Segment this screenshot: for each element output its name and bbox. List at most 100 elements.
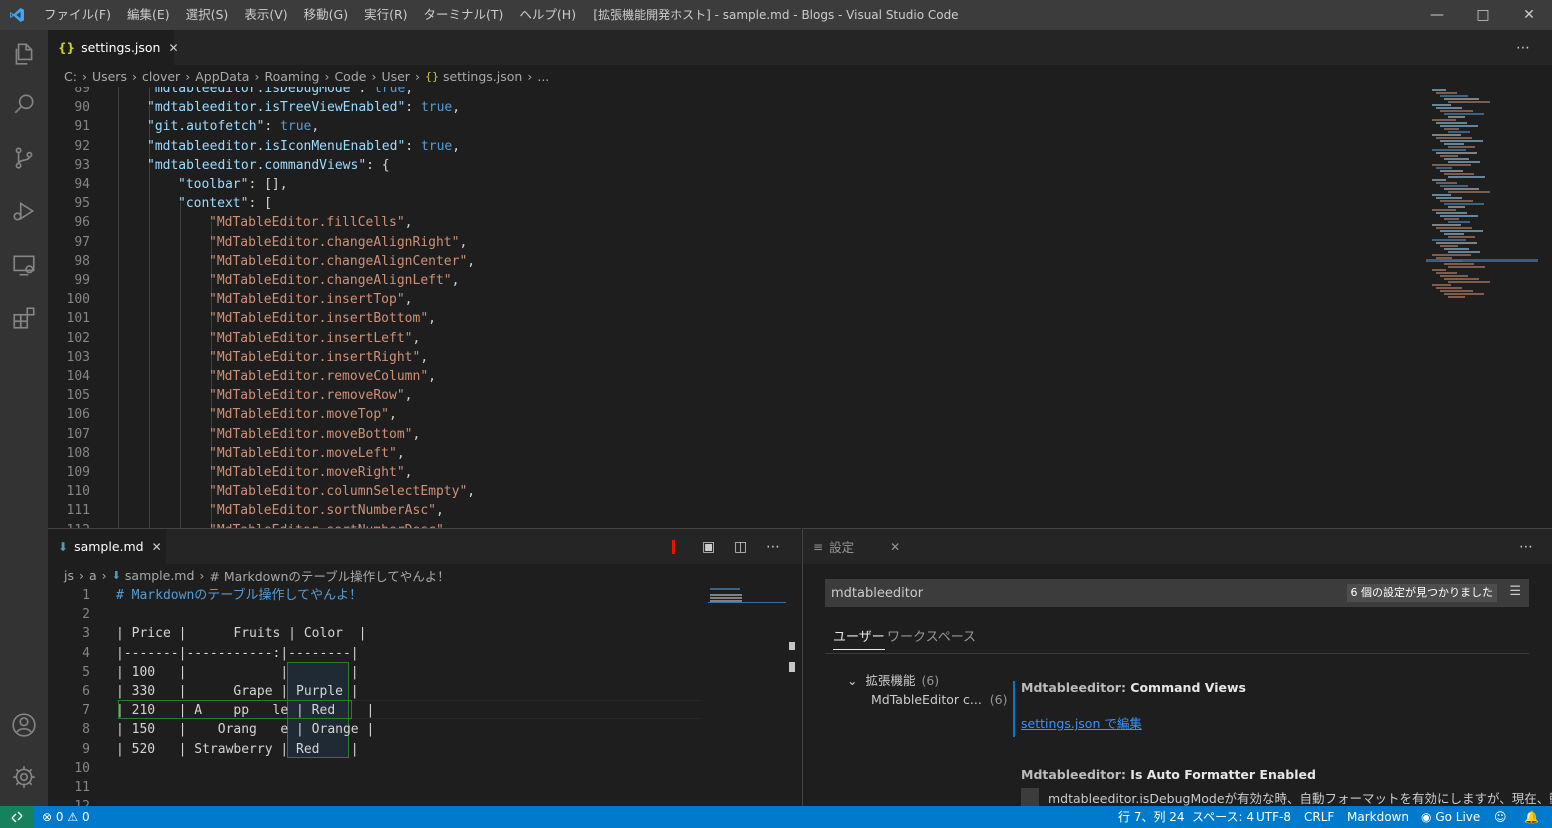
breadcrumb-item[interactable]: settings.json	[443, 69, 522, 84]
settings-json-editor[interactable]: 89 "mdtableeditor.isDebugMode": true, 90 "m…	[48, 87, 1552, 528]
minimize-button[interactable]: —	[1414, 0, 1460, 30]
breadcrumb-item[interactable]: # Markdownのテーブル操作してやんよ！	[209, 566, 449, 585]
line-number: 9	[82, 741, 90, 757]
scrollbar[interactable]	[789, 642, 795, 680]
minimap-slider[interactable]	[1426, 259, 1538, 262]
cursor-position[interactable]: 行 7、列 24	[1118, 806, 1185, 828]
tab-settings-json[interactable]: {} settings.json ✕	[48, 30, 179, 65]
menu-item[interactable]: ヘルプ(H)	[511, 0, 584, 30]
code-token: ,	[311, 119, 320, 135]
remote-indicator-icon[interactable]	[0, 806, 34, 828]
breadcrumb-item[interactable]: Users	[92, 69, 127, 84]
menu-item[interactable]: 実行(R)	[356, 0, 415, 30]
markdown-text: # Markdownのテーブル操作してやんよ！	[116, 588, 363, 603]
code-token: "mdtableeditor.commandViews"	[147, 157, 367, 173]
minimap-line	[1432, 284, 1451, 286]
remote-explorer-icon[interactable]	[0, 241, 48, 289]
menu-item[interactable]: 編集(E)	[119, 0, 178, 30]
scrollbar-slider[interactable]	[1538, 87, 1552, 528]
close-tab-icon[interactable]: ✕	[168, 41, 178, 55]
search-icon[interactable]	[0, 80, 48, 128]
line-number: 91	[74, 119, 90, 135]
more-actions-icon[interactable]: ⋯	[766, 529, 780, 564]
breadcrumb-item[interactable]: User	[381, 69, 410, 84]
close-tab-icon[interactable]: ✕	[152, 540, 162, 554]
code-text: "MdTableEditor.moveBottom",	[209, 425, 420, 444]
chevron-right-icon: ›	[101, 567, 107, 583]
chevron-right-icon: ›	[527, 68, 533, 84]
tab-sample-md[interactable]: ⬇ sample.md ✕	[48, 529, 166, 564]
breadcrumb-item[interactable]: sample.md	[125, 568, 195, 583]
breadcrumb-item[interactable]: ...	[537, 69, 549, 84]
menu-item[interactable]: 移動(G)	[296, 0, 356, 30]
open-preview-icon[interactable]: ▣	[702, 529, 715, 564]
breadcrumb-item[interactable]: clover	[142, 69, 180, 84]
account-icon[interactable]	[0, 701, 48, 749]
menu-item[interactable]: 表示(V)	[236, 0, 295, 30]
code-text: "MdTableEditor.moveRight",	[209, 463, 413, 482]
menu-item[interactable]: ターミナル(T)	[416, 0, 512, 30]
minimap-line	[1448, 251, 1480, 253]
minimap-line	[1432, 239, 1466, 241]
more-actions-icon[interactable]: ⋯	[1519, 529, 1533, 564]
extensions-icon[interactable]	[0, 294, 48, 342]
toc-extensions[interactable]: ⌄ 拡張機能 (6)	[847, 670, 939, 689]
notifications-bell-icon[interactable]: 🔔	[1524, 806, 1539, 828]
menu-item[interactable]: 選択(S)	[178, 0, 237, 30]
markdown-text: | 150 | Orang e | Orange |	[116, 722, 375, 738]
code-token: "MdTableEditor.sortNumberAsc"	[209, 503, 436, 519]
markdown-text: | 520 | Strawberry | Red |	[116, 741, 359, 757]
code-line: 110 "MdTableEditor.columnSelectEmpty",	[48, 482, 1418, 501]
line-number: 103	[66, 349, 90, 365]
tab-label: 設定	[829, 540, 855, 555]
markdown-editor[interactable]: 1 # Markdownのテーブル操作してやんよ！ 2 3 | Price | Frui…	[48, 586, 801, 807]
toc-mdtableeditor[interactable]: MdTableEditor c... (6)	[871, 692, 1008, 707]
settings-gear-icon[interactable]	[0, 753, 48, 801]
tab-settings[interactable]: ≡ 設定 ✕	[803, 529, 915, 564]
menu-item[interactable]: ファイル(F)	[36, 0, 119, 30]
filter-icon[interactable]: ☰	[1509, 584, 1521, 599]
code-text: "mdtableeditor.isIconMenuEnabled": true,	[147, 137, 460, 156]
end-of-line[interactable]: CRLF	[1304, 806, 1334, 828]
go-live-button[interactable]: ◉ Go Live	[1421, 806, 1480, 828]
problems-indicator[interactable]: ⊗ 0 ⚠ 0	[42, 806, 90, 828]
close-tab-icon[interactable]: ✕	[890, 540, 900, 554]
language-mode[interactable]: Markdown	[1347, 806, 1409, 828]
tab-user-settings[interactable]: ユーザー	[833, 626, 885, 650]
more-actions-icon[interactable]: ⋯	[1516, 30, 1530, 65]
minimap[interactable]	[1426, 87, 1538, 528]
markdown-text: |-------|-----------:|--------|	[116, 645, 359, 661]
breadcrumb-item[interactable]: Roaming	[264, 69, 319, 84]
code-token: "MdTableEditor.moveTop"	[209, 407, 390, 423]
maximize-button[interactable]: □	[1460, 0, 1506, 30]
run-debug-icon[interactable]	[0, 187, 48, 235]
minimap-line	[1440, 95, 1468, 97]
split-editor-icon[interactable]: ◫	[734, 529, 747, 564]
edit-in-settings-json-link[interactable]: settings.json で編集	[1021, 713, 1142, 732]
breadcrumb-item[interactable]: js	[64, 568, 74, 583]
breadcrumb-item[interactable]: Code	[334, 69, 366, 84]
minimap-line	[1440, 185, 1468, 187]
minimap-line	[1440, 290, 1473, 292]
minimap-line	[1448, 146, 1475, 148]
indentation[interactable]: スペース: 4	[1192, 806, 1254, 828]
minimap[interactable]	[708, 586, 788, 616]
breadcrumb-item[interactable]: C:	[64, 69, 77, 84]
tab-workspace-settings[interactable]: ワークスペース	[887, 626, 976, 645]
source-control-icon[interactable]	[0, 134, 48, 182]
breadcrumb-item[interactable]: a	[89, 568, 97, 583]
broadcast-icon: ◉	[1421, 810, 1432, 824]
markdown-line: 6 | 330 | Grape | Purple |	[48, 682, 698, 701]
feedback-icon[interactable]: ☺	[1494, 806, 1507, 828]
encoding[interactable]: UTF-8	[1256, 806, 1291, 828]
close-window-button[interactable]: ✕	[1506, 0, 1552, 30]
auto-formatter-checkbox[interactable]	[1021, 788, 1039, 806]
markdown-file-icon: ⬇	[111, 568, 121, 582]
settings-search-input[interactable]: mdtableeditor 6 個の設定が見つかりました ☰	[825, 579, 1529, 607]
chevron-right-icon: ›	[414, 68, 420, 84]
minimap-line	[1436, 137, 1472, 139]
markdown-editor-tabs: ⬇ sample.md ✕ ▣ ◫ ⋯	[48, 529, 801, 564]
breadcrumb-item[interactable]: AppData	[195, 69, 249, 84]
explorer-icon[interactable]	[0, 30, 48, 78]
code-text: "MdTableEditor.sortNumberDesc",	[209, 521, 452, 528]
